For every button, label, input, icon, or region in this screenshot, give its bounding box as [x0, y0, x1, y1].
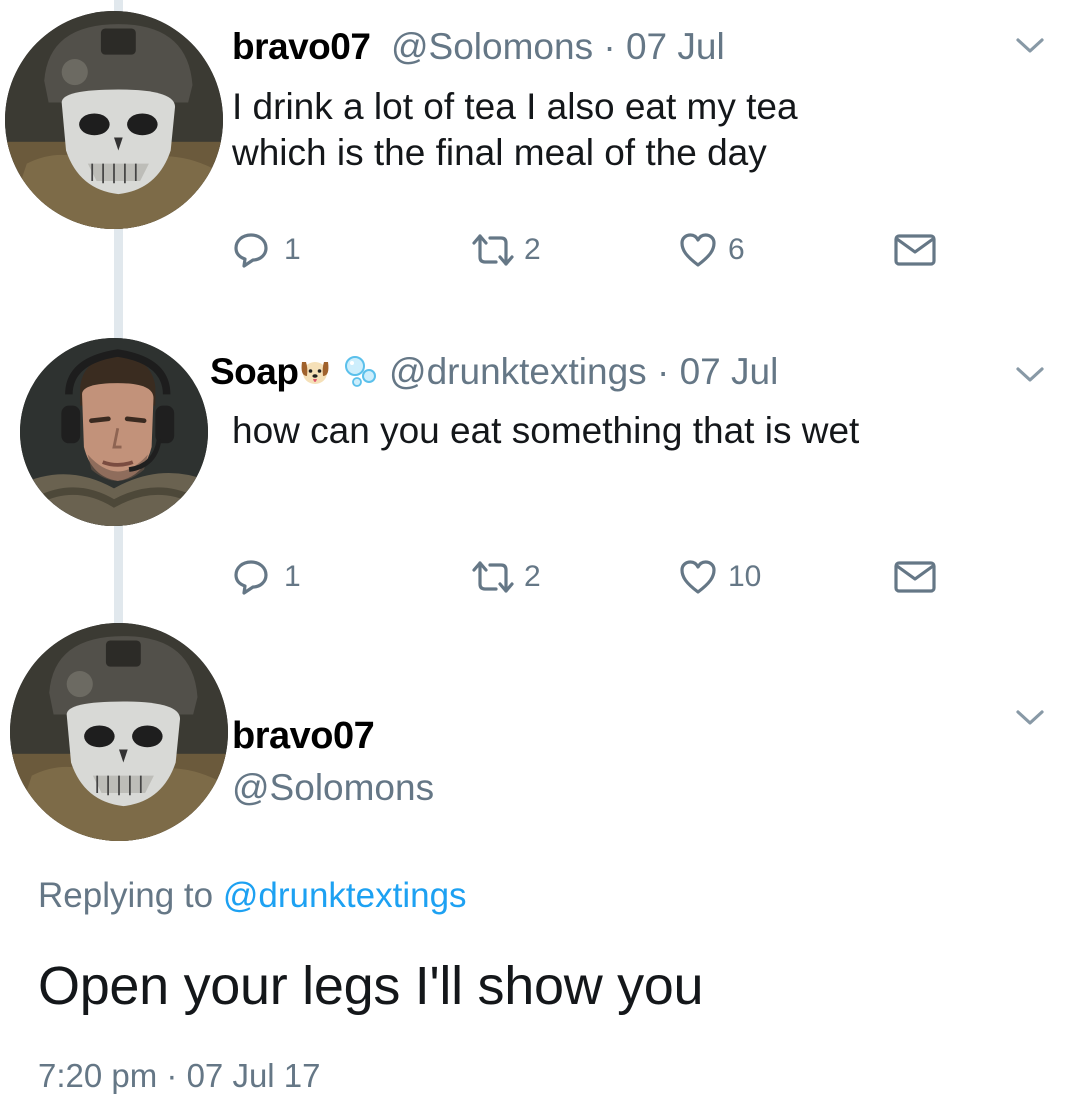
handle[interactable]: @Solomons	[232, 767, 434, 809]
avatar[interactable]	[10, 623, 228, 841]
like-count: 10	[728, 560, 762, 593]
skull-mask-soldier-avatar	[5, 11, 223, 229]
replying-to-mention[interactable]: @drunktextings	[223, 876, 467, 915]
chevron-down-icon[interactable]	[1013, 34, 1047, 58]
separator-dot: ·	[603, 26, 616, 67]
reply-count: 1	[284, 233, 301, 266]
display-name[interactable]: Soap	[210, 351, 299, 392]
main-tweet: bravo07 @Solomons Replying to @drunktext…	[0, 620, 1080, 1120]
direct-message-icon	[894, 561, 936, 593]
like-button[interactable]: 6	[678, 228, 745, 272]
avatar[interactable]	[20, 338, 208, 526]
tweet-actions: 1 2 6	[0, 228, 1080, 272]
tweet-actions: 1 2 10	[0, 555, 1080, 599]
tweet-2[interactable]: Soap @drunktextings · 07 Jul how can you…	[0, 330, 1080, 630]
retweet-button[interactable]: 2	[470, 228, 541, 272]
soldier-headset-avatar	[20, 338, 208, 526]
main-tweet-text: Open your legs I'll show you	[38, 956, 704, 1016]
chevron-down-icon[interactable]	[1013, 706, 1047, 730]
direct-message-button[interactable]	[893, 555, 937, 599]
dog-face-emoji	[298, 354, 332, 396]
direct-message-icon	[894, 234, 936, 266]
bubbles-emoji	[343, 354, 379, 396]
tweet-date[interactable]: 07 Jul	[680, 351, 779, 392]
retweet-count: 2	[524, 233, 541, 266]
reply-button[interactable]: 1	[232, 555, 301, 599]
tweet-text: how can you eat something that is wet	[232, 408, 859, 454]
direct-message-button[interactable]	[893, 228, 937, 272]
tweet-header: Soap @drunktextings · 07 Jul	[210, 352, 778, 396]
tweet-text: I drink a lot of tea I also eat my tea w…	[232, 84, 798, 176]
reply-icon	[234, 560, 268, 595]
handle[interactable]: @drunktextings	[389, 351, 647, 392]
like-icon	[680, 560, 716, 594]
tweet-text-line: I drink a lot of tea I also eat my tea	[232, 86, 798, 127]
display-name[interactable]: bravo07	[232, 26, 371, 67]
tweet-1[interactable]: bravo07 @Solomons · 07 Jul I drink a lot…	[0, 0, 1080, 290]
reply-button[interactable]: 1	[232, 228, 301, 272]
display-name[interactable]: bravo07	[232, 715, 375, 758]
retweet-count: 2	[524, 560, 541, 593]
tweet-text-line: which is the final meal of the day	[232, 132, 767, 173]
retweet-icon	[472, 234, 514, 266]
tweet-date[interactable]: 07 Jul	[626, 26, 725, 67]
replying-to-label: Replying to	[38, 876, 214, 915]
retweet-icon	[472, 561, 514, 593]
avatar[interactable]	[5, 11, 223, 229]
tweet-text-line: how can you eat something that is wet	[232, 410, 860, 451]
like-icon	[680, 233, 716, 267]
handle[interactable]: @Solomons	[391, 26, 593, 67]
like-button[interactable]: 10	[678, 555, 761, 599]
retweet-button[interactable]: 2	[470, 555, 541, 599]
tweet-timestamp[interactable]: 7:20 pm · 07 Jul 17	[38, 1057, 321, 1095]
reply-count: 1	[284, 560, 301, 593]
separator-dot: ·	[656, 351, 670, 392]
tweet-header: bravo07 @Solomons · 07 Jul	[232, 27, 725, 67]
reply-icon	[234, 233, 268, 268]
replying-to-line: Replying to @drunktextings	[38, 876, 467, 916]
like-count: 6	[728, 233, 745, 266]
skull-mask-soldier-avatar	[10, 623, 228, 841]
chevron-down-icon[interactable]	[1013, 363, 1047, 387]
